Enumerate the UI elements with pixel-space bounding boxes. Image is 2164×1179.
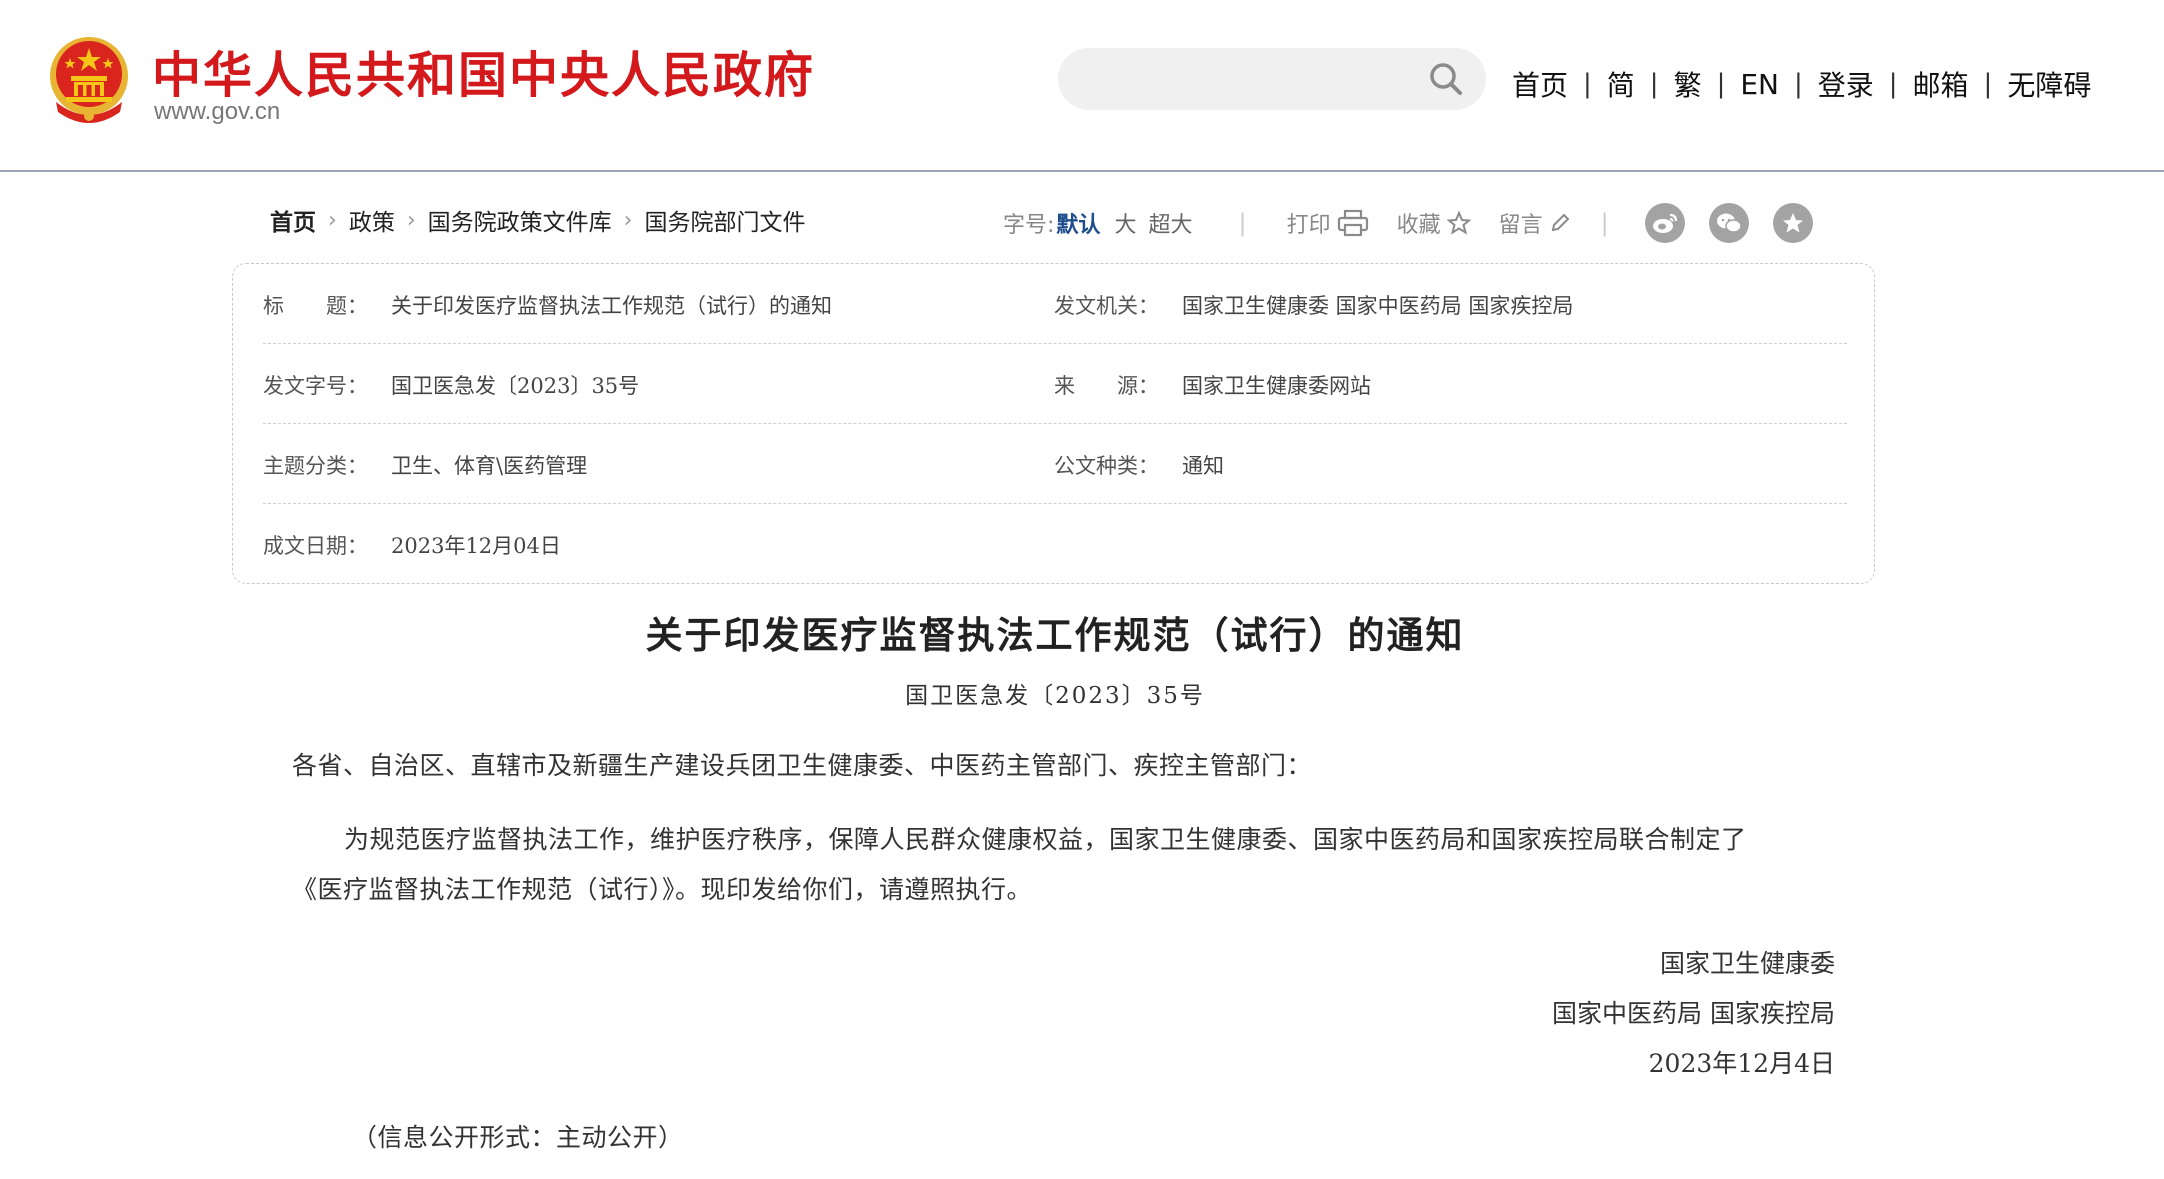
qzone-icon[interactable] [1772,203,1813,243]
toolbar-separator: | [1238,209,1247,237]
nav-separator: | [1716,69,1726,99]
article-doc-number: 国卫医急发〔2023〕35号 [905,683,1205,709]
toolbar-separator: | [1600,209,1609,237]
signature-date: 2023年12月4日 [1648,1049,1835,1078]
nav-home[interactable]: 首页 [1512,64,1568,104]
metadata-row: 成文日期： 2023年12月04日 [263,504,1847,584]
metadata-title: 标 题： 关于印发医疗监督执法工作规范（试行）的通知 [263,290,832,320]
signature-line: 国家中医药局 国家疾控局 [1552,999,1835,1028]
signature-line: 国家卫生健康委 [1659,949,1835,978]
metadata-value: 卫生、体育\医药管理 [391,454,588,478]
comment-label: 留言 [1498,213,1543,238]
breadcrumb-home[interactable]: 首页 [270,203,316,237]
comment-button[interactable]: 留言 [1499,207,1571,239]
metadata-date: 成文日期： 2023年12月04日 [263,530,561,560]
metadata-label: 发文字号： [263,374,368,398]
wechat-glyph [1716,213,1742,233]
star-icon [1446,211,1471,235]
font-size-extra-large[interactable]: 超大 [1148,207,1192,239]
printer-icon [1337,209,1368,237]
breadcrumb: 首页 › 政策 › 国务院政策文件库 › 国务院部门文件 [270,203,805,237]
metadata-label: 成文日期： [263,534,368,558]
site-title[interactable]: 中华人民共和国中央人民政府 [152,36,815,107]
article-salutation: 各省、自治区、直辖市及新疆生产建设兵团卫生健康委、中医药主管部门、疾控主管部门： [292,751,1313,780]
wechat-icon[interactable] [1708,203,1749,243]
nav-separator: | [1583,69,1592,99]
metadata-label: 主题分类： [263,454,368,478]
weibo-icon[interactable] [1644,203,1685,243]
metadata-value: 国家卫生健康委 国家中医药局 国家疾控局 [1182,294,1574,318]
nav-separator: | [1793,69,1803,99]
breadcrumb-policy[interactable]: 政策 [349,203,395,237]
nav-english[interactable]: EN [1740,68,1779,101]
article-toolbar: 字号: 默认 大 超大 | 打印 收藏 留言 | [1003,203,1837,243]
top-nav: 首页 | 简 | 繁 | EN | 登录 | 邮箱 | 无障碍 [1512,64,2091,104]
weibo-glyph [1652,213,1677,233]
metadata-row: 主题分类： 卫生、体育\医药管理 公文种类： 通知 [263,424,1847,504]
metadata-value: 国卫医急发〔2023〕35号 [391,374,640,398]
metadata-doc-number: 发文字号： 国卫医急发〔2023〕35号 [263,370,639,400]
qzone-glyph [1782,213,1803,233]
font-size-large[interactable]: 大 [1114,207,1136,239]
search-box [1058,48,1486,110]
metadata-issuer: 发文机关： 国家卫生健康委 国家中医药局 国家疾控局 [1054,290,1573,320]
font-size-label: 字号: [1003,213,1055,238]
print-label: 打印 [1286,213,1331,238]
metadata-label: 发文机关： [1054,294,1159,318]
metadata-value: 关于印发医疗监督执法工作规范（试行）的通知 [391,294,832,318]
site-url: www.gov.cn [154,98,281,125]
metadata-label: 公文种类： [1054,454,1159,478]
document-metadata-box: 标 题： 关于印发医疗监督执法工作规范（试行）的通知 发文机关： 国家卫生健康委 国… [232,263,1875,584]
favorite-button[interactable]: 收藏 [1397,207,1471,239]
nav-separator: | [1983,69,1993,99]
breadcrumb-department-docs[interactable]: 国务院部门文件 [644,203,805,237]
breadcrumb-policy-library[interactable]: 国务院政策文件库 [428,203,612,237]
pencil-icon [1551,213,1570,232]
search-icon[interactable] [1428,61,1464,97]
national-emblem-logo[interactable] [46,36,132,126]
nav-separator: | [1649,69,1659,99]
metadata-doc-type: 公文种类： 通知 [1054,450,1224,480]
nav-login[interactable]: 登录 [1818,64,1874,104]
metadata-label: 来 源： [1054,374,1159,398]
metadata-category: 主题分类： 卫生、体育\医药管理 [263,450,587,480]
article-title: 关于印发医疗监督执法工作规范（试行）的通知 [645,613,1465,657]
share-buttons [1644,203,1837,243]
metadata-row: 发文字号： 国卫医急发〔2023〕35号 来 源： 国家卫生健康委网站 [263,344,1847,424]
nav-accessibility[interactable]: 无障碍 [2007,64,2091,104]
chevron-right-icon: › [328,207,337,233]
metadata-label: 标 题： [263,294,368,318]
search-input[interactable] [1082,58,1402,100]
site-header: 中华人民共和国中央人民政府 www.gov.cn 首页 | 简 | 繁 | EN… [0,0,2164,172]
disclosure-note: （信息公开形式：主动公开） [352,1123,684,1152]
nav-mailbox[interactable]: 邮箱 [1913,64,1969,104]
font-size-default[interactable]: 默认 [1056,207,1100,239]
metadata-source: 来 源： 国家卫生健康委网站 [1054,370,1371,400]
nav-traditional-chinese[interactable]: 繁 [1674,64,1702,104]
metadata-value: 国家卫生健康委网站 [1182,374,1371,398]
metadata-value: 2023年12月04日 [391,534,561,558]
article-paragraph-line: 为规范医疗监督执法工作，维护医疗秩序，保障人民群众健康权益，国家卫生健康委、国家… [344,825,1747,854]
nav-simplified-chinese[interactable]: 简 [1607,64,1635,104]
chevron-right-icon: › [623,207,633,233]
nav-separator: | [1888,69,1898,99]
article-paragraph-line: 《医疗监督执法工作规范（试行）》。现印发给你们，请遵照执行。 [292,875,1033,904]
metadata-row: 标 题： 关于印发医疗监督执法工作规范（试行）的通知 发文机关： 国家卫生健康委 国… [263,264,1847,344]
print-button[interactable]: 打印 [1287,207,1369,239]
metadata-value: 通知 [1182,454,1224,478]
chevron-right-icon: › [406,207,416,233]
favorite-label: 收藏 [1396,213,1441,238]
